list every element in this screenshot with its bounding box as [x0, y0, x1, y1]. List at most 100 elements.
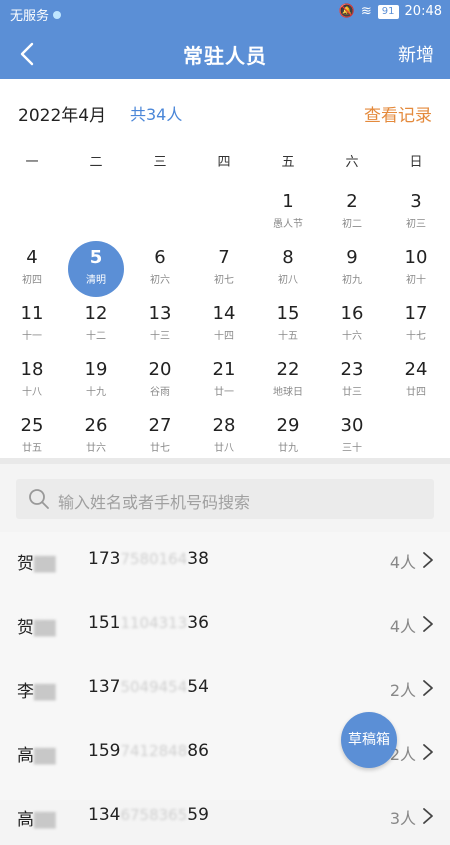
calendar-day[interactable]: 3 初三 — [384, 185, 448, 240]
calendar-day[interactable]: 1 愚人节 — [256, 185, 320, 240]
calendar-day[interactable]: 5 清明 — [64, 241, 128, 297]
weekday-label: 日 — [409, 155, 423, 170]
calendar-day[interactable]: 6 初六 — [128, 241, 192, 296]
calendar-day[interactable]: 25 廿五 — [0, 409, 64, 464]
surname: 贺 — [17, 554, 34, 574]
search-section: 输入姓名或者手机号码搜索 — [0, 464, 450, 532]
month-label: 2022年4月 — [18, 106, 107, 126]
day-number: 26 — [84, 415, 108, 436]
chevron-right-icon — [423, 808, 433, 824]
calendar-day[interactable]: 16 十六 — [320, 297, 384, 352]
status-bar: 无服务 🔕 ≋ 91 20:48 — [0, 0, 450, 27]
day-number: 25 — [20, 415, 44, 436]
phone-suffix: 38 — [187, 549, 209, 569]
calendar-day[interactable]: 8 初八 — [256, 241, 320, 296]
phone-masked: 7412848 — [120, 742, 188, 760]
lunar-date: 初九 — [342, 275, 362, 286]
masked-name: ██ — [34, 685, 56, 701]
search-input[interactable]: 输入姓名或者手机号码搜索 — [16, 479, 434, 519]
surname: 贺 — [17, 618, 34, 638]
calendar-day[interactable]: 26 廿六 — [64, 409, 128, 464]
list-item[interactable]: 高██ 134675836559 3人 — [0, 788, 450, 845]
chevron-right-icon — [423, 680, 433, 696]
lunar-date: 初三 — [406, 219, 426, 230]
day-number: 21 — [212, 359, 236, 380]
calendar-day[interactable]: 22 地球日 — [256, 353, 320, 408]
list-item[interactable]: 贺██ 151110431336 4人 — [0, 596, 450, 653]
masked-name: ██ — [34, 813, 56, 829]
lunar-date: 廿八 — [214, 443, 234, 454]
day-number: 1 — [282, 191, 294, 212]
lunar-date: 十五 — [278, 331, 298, 342]
calendar-day[interactable]: 18 十八 — [0, 353, 64, 408]
phone-number: 137504945454 — [88, 677, 209, 697]
surname: 高 — [17, 746, 34, 766]
list-item[interactable]: 贺██ 173758016438 4人 — [0, 532, 450, 589]
calendar-day[interactable]: 11 十一 — [0, 297, 64, 352]
calendar-day[interactable]: 20 谷雨 — [128, 353, 192, 408]
notification-dot-icon — [53, 10, 62, 19]
calendar-day[interactable]: 7 初七 — [192, 241, 256, 296]
masked-name: ██ — [34, 749, 56, 765]
day-number: 18 — [20, 359, 44, 380]
lunar-date: 初二 — [342, 219, 362, 230]
calendar-day[interactable]: 23 廿三 — [320, 353, 384, 408]
calendar-day[interactable]: 15 十五 — [256, 297, 320, 352]
day-number: 29 — [276, 415, 300, 436]
surname: 高 — [17, 810, 34, 830]
day-number: 9 — [346, 247, 358, 268]
phone-masked: 6758365 — [120, 806, 188, 824]
phone-suffix: 59 — [187, 805, 209, 825]
calendar-day[interactable]: 9 初九 — [320, 241, 384, 296]
day-number: 3 — [410, 191, 422, 212]
calendar-day[interactable]: 24 廿四 — [384, 353, 448, 408]
calendar-day[interactable]: 27 廿七 — [128, 409, 192, 464]
calendar-day[interactable]: 30 三十 — [320, 409, 384, 464]
calendar-day[interactable]: 29 廿九 — [256, 409, 320, 464]
page-title: 常驻人员 — [183, 44, 267, 68]
day-number: 4 — [26, 247, 38, 268]
day-number: 17 — [404, 303, 428, 324]
calendar-day[interactable]: 12 十二 — [64, 297, 128, 352]
list-item[interactable]: 李██ 137504945454 2人 — [0, 660, 450, 717]
calendar-day[interactable]: 10 初十 — [384, 241, 448, 296]
lunar-date: 初四 — [22, 275, 42, 286]
lunar-date: 十四 — [214, 331, 234, 342]
calendar-day[interactable]: 4 初四 — [0, 241, 64, 296]
calendar-day[interactable]: 17 十七 — [384, 297, 448, 352]
lunar-date: 廿九 — [278, 443, 298, 454]
lunar-date: 十八 — [22, 387, 42, 398]
surname: 李 — [17, 682, 34, 702]
add-button[interactable]: 新增 — [398, 41, 434, 67]
weekday-label: 四 — [217, 155, 231, 170]
lunar-date: 十六 — [342, 331, 362, 342]
day-number: 24 — [404, 359, 428, 380]
person-name: 高██ — [17, 805, 56, 830]
calendar-day[interactable]: 14 十四 — [192, 297, 256, 352]
phone-prefix: 151 — [88, 613, 121, 633]
calendar-day[interactable]: 21 廿一 — [192, 353, 256, 408]
calendar-day[interactable]: 13 十三 — [128, 297, 192, 352]
calendar-day[interactable]: 2 初二 — [320, 185, 384, 240]
masked-name: ██ — [34, 557, 56, 573]
calendar-day[interactable]: 28 廿八 — [192, 409, 256, 464]
total-count: 共34人 — [130, 105, 183, 124]
household-count: 3人 — [389, 809, 416, 828]
view-records-link[interactable]: 查看记录 — [364, 101, 432, 126]
lunar-date: 初十 — [406, 275, 426, 286]
drafts-button[interactable]: 草稿箱 — [341, 712, 397, 768]
phone-prefix: 137 — [88, 677, 121, 697]
lunar-date: 十三 — [150, 331, 170, 342]
calendar-day[interactable]: 19 十九 — [64, 353, 128, 408]
lunar-date: 廿三 — [342, 387, 362, 398]
weekday-label: 二 — [89, 155, 103, 170]
person-name: 贺██ — [17, 613, 56, 638]
weekday-header: 一二三四五六日 — [0, 145, 450, 175]
phone-number: 134675836559 — [88, 805, 209, 825]
calendar-header: 2022年4月 共34人 查看记录 — [0, 79, 450, 145]
chevron-right-icon — [423, 552, 433, 568]
day-number: 8 — [282, 247, 294, 268]
household-count: 4人 — [389, 553, 416, 572]
day-number: 22 — [276, 359, 300, 380]
lunar-date: 廿五 — [22, 443, 42, 454]
